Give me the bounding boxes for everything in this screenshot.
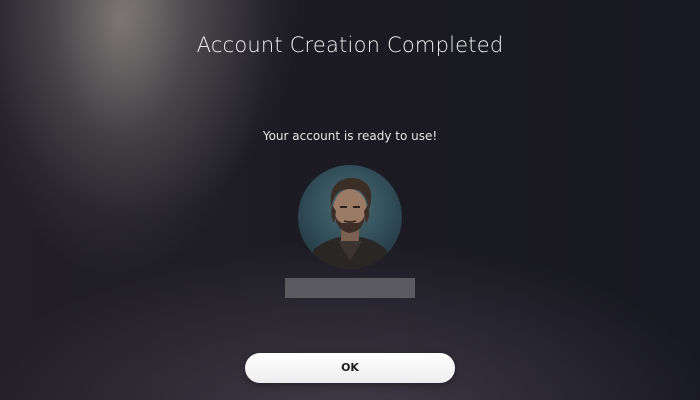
username-redacted	[285, 278, 415, 298]
user-avatar-icon	[298, 165, 402, 269]
ok-button[interactable]: OK	[245, 353, 455, 383]
avatar-portrait	[306, 177, 394, 269]
confirmation-message: Your account is ready to use!	[262, 129, 438, 143]
page-title: Account Creation Completed	[196, 33, 504, 57]
account-created-screen: Account Creation Completed Your account …	[0, 0, 700, 400]
